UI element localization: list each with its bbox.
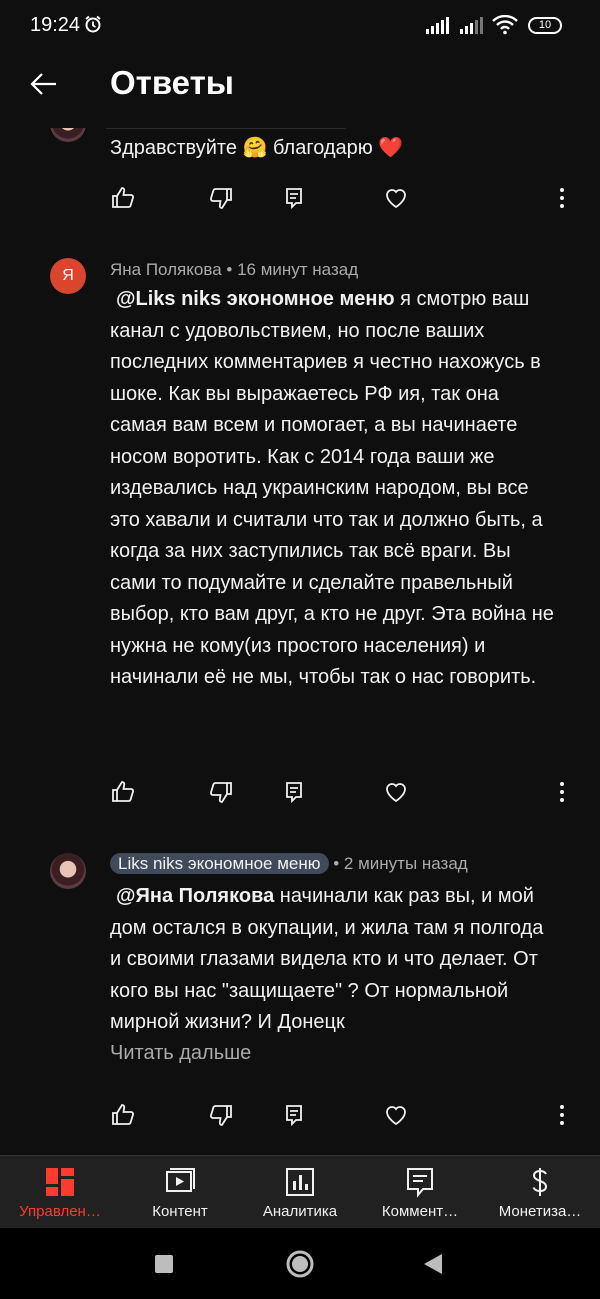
more-options-icon[interactable] bbox=[548, 778, 576, 806]
signal-icon bbox=[426, 17, 449, 34]
comment-text: @Яна Полякова начинали как раз вы, и мой… bbox=[110, 881, 560, 1039]
page-title: Ответы bbox=[110, 64, 234, 101]
comment-actions bbox=[0, 778, 600, 814]
mention-link[interactable]: @Liks niks экономное меню bbox=[116, 288, 395, 310]
nav-label: Управлен… bbox=[19, 1203, 101, 1220]
recent-apps-icon[interactable] bbox=[155, 1255, 173, 1273]
nav-analytics[interactable]: Аналитика bbox=[240, 1156, 360, 1228]
dislike-icon[interactable] bbox=[207, 778, 235, 806]
like-icon[interactable] bbox=[109, 778, 137, 806]
reply-icon[interactable] bbox=[280, 1101, 308, 1129]
comment-actions bbox=[0, 184, 600, 220]
bottom-navigation: Управлен… Контент Аналитика Коммент… Мон… bbox=[0, 1155, 600, 1228]
nav-content[interactable]: Контент bbox=[120, 1156, 240, 1228]
nav-monetization[interactable]: Монетиза… bbox=[480, 1156, 600, 1228]
app-header: Ответы bbox=[0, 54, 600, 128]
like-icon[interactable] bbox=[109, 1101, 137, 1129]
back-arrow-icon[interactable] bbox=[28, 68, 60, 100]
comment-text: @Liks niks экономное меню я смотрю ваш к… bbox=[110, 284, 560, 694]
mention-link[interactable]: @Яна Полякова bbox=[116, 885, 274, 907]
status-time: 19:24 bbox=[30, 14, 81, 36]
back-nav-icon[interactable] bbox=[424, 1254, 444, 1274]
author-chip[interactable]: Liks niks экономное меню bbox=[110, 853, 329, 874]
home-icon[interactable] bbox=[285, 1249, 315, 1279]
comment-author[interactable]: Яна Полякова bbox=[110, 260, 222, 279]
battery-icon: 10 bbox=[528, 17, 562, 34]
nav-dashboard[interactable]: Управлен… bbox=[0, 1156, 120, 1228]
comment-text: Здравствуйте 🤗 благодарю ❤️ bbox=[110, 137, 404, 159]
avatar[interactable] bbox=[50, 853, 86, 889]
reply-icon[interactable] bbox=[280, 184, 308, 212]
monetization-icon bbox=[532, 1168, 548, 1196]
wifi-icon bbox=[492, 15, 518, 35]
nav-comments[interactable]: Коммент… bbox=[360, 1156, 480, 1228]
dislike-icon[interactable] bbox=[207, 184, 235, 212]
meta-separator: • bbox=[333, 854, 344, 873]
comments-icon bbox=[407, 1168, 433, 1198]
divider bbox=[106, 128, 346, 129]
comment-actions bbox=[0, 1101, 600, 1137]
avatar[interactable]: Я bbox=[50, 258, 86, 294]
signal-icon-2 bbox=[460, 17, 483, 34]
content-icon bbox=[166, 1168, 195, 1192]
like-icon[interactable] bbox=[109, 184, 137, 212]
reply-icon[interactable] bbox=[280, 778, 308, 806]
comment-meta: Яна Полякова • 16 минут назад bbox=[110, 260, 358, 280]
meta-separator: • bbox=[226, 260, 238, 279]
comment-time: 2 минуты назад bbox=[343, 854, 468, 873]
dislike-icon[interactable] bbox=[207, 1101, 235, 1129]
nav-label: Коммент… bbox=[381, 1203, 459, 1220]
dashboard-icon bbox=[46, 1168, 74, 1196]
alarm-icon bbox=[85, 15, 101, 33]
analytics-icon bbox=[286, 1168, 314, 1196]
nav-label: Монетиза… bbox=[498, 1203, 582, 1220]
heart-icon[interactable] bbox=[382, 778, 410, 806]
system-navigation-bar bbox=[0, 1228, 600, 1299]
avatar[interactable] bbox=[50, 128, 86, 142]
nav-label: Контент bbox=[152, 1203, 208, 1220]
heart-icon[interactable] bbox=[382, 1101, 410, 1129]
status-bar: 19:24 10 bbox=[0, 0, 600, 54]
read-more-link[interactable]: Читать дальше bbox=[110, 1042, 251, 1065]
heart-icon[interactable] bbox=[382, 184, 410, 212]
nav-label: Аналитика bbox=[262, 1203, 338, 1220]
comment-meta: Liks niks экономное меню • 2 минуты наза… bbox=[110, 853, 468, 874]
more-options-icon[interactable] bbox=[548, 1101, 576, 1129]
comment-body: я смотрю ваш канал с удовольствием, но п… bbox=[110, 288, 554, 688]
comment-body: начинали как раз вы, и мой дом остался в… bbox=[110, 885, 544, 1033]
comment-time: 16 минут назад bbox=[237, 260, 359, 279]
replies-list[interactable]: Здравствуйте 🤗 благодарю ❤️ Я Яна Поляко… bbox=[0, 128, 600, 1155]
more-options-icon[interactable] bbox=[548, 184, 576, 212]
